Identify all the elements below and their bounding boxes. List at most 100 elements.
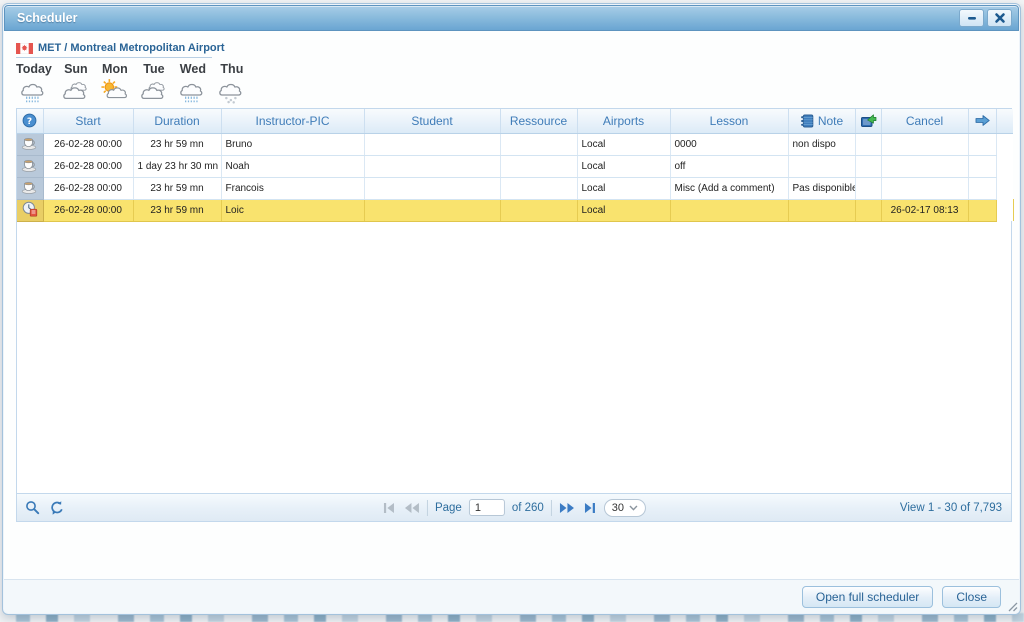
- cell-ressource: [500, 133, 577, 155]
- cell-airports: Local: [577, 133, 670, 155]
- cell-note: [788, 199, 855, 221]
- book-export-icon: [860, 113, 877, 128]
- row-status-cell: [17, 199, 43, 221]
- cell-duration: 23 hr 59 mn: [133, 133, 221, 155]
- cell-docs: [855, 199, 881, 221]
- cell-ressource: [500, 199, 577, 221]
- cell-ressource: [500, 177, 577, 199]
- column-header-student[interactable]: Student: [364, 109, 500, 133]
- pager-page-label: Page: [435, 502, 462, 514]
- column-header-status[interactable]: ?: [17, 109, 43, 133]
- page-size-select[interactable]: 30: [604, 499, 646, 517]
- cell-note: Pas disponible: [788, 177, 855, 199]
- column-header-label: Duration: [154, 114, 199, 128]
- minimize-icon: [966, 12, 978, 24]
- cell-start: 26-02-28 00:00: [43, 133, 133, 155]
- cell-docs: [855, 155, 881, 177]
- weather-day: Wed: [178, 62, 208, 104]
- row-filler: [996, 177, 1013, 199]
- dialog-body: MET / Montreal Metropolitan Airport Toda…: [4, 31, 1019, 613]
- weather-panel: MET / Montreal Metropolitan Airport Toda…: [16, 42, 256, 104]
- chevron-down-icon: [629, 505, 638, 511]
- weather-day-label: Mon: [102, 62, 128, 77]
- column-header-label: Student: [411, 114, 452, 128]
- cloud-rain-icon: [178, 78, 208, 104]
- column-header-cancel[interactable]: Cancel: [881, 109, 968, 133]
- cell-next: [968, 133, 996, 155]
- weather-day-label: Thu: [220, 62, 243, 77]
- weather-day: Mon: [100, 62, 130, 104]
- arrow-right-icon: [974, 114, 991, 127]
- search-icon[interactable]: [25, 500, 40, 515]
- next-page-icon[interactable]: [559, 502, 576, 514]
- column-header-label: Note: [818, 114, 843, 128]
- cell-start: 26-02-28 00:00: [43, 155, 133, 177]
- cell-student: [364, 177, 500, 199]
- header-filler: [996, 109, 1013, 133]
- cell-next: [968, 177, 996, 199]
- column-header-instructor[interactable]: Instructor-PIC: [221, 109, 364, 133]
- cell-cancel: [881, 155, 968, 177]
- resize-handle[interactable]: [1007, 601, 1018, 612]
- cell-student: [364, 199, 500, 221]
- dialog-titlebar[interactable]: Scheduler: [4, 5, 1019, 31]
- cell-duration: 1 day 23 hr 30 mn: [133, 155, 221, 177]
- weather-day-label: Wed: [180, 62, 206, 77]
- column-header-note[interactable]: Note: [788, 109, 855, 133]
- table-row[interactable]: 26-02-28 00:0023 hr 59 mnLoicLocal26-02-…: [17, 199, 1013, 221]
- weather-station-label: MET / Montreal Metropolitan Airport: [38, 42, 225, 54]
- cell-instructor: Noah: [221, 155, 364, 177]
- canada-flag-icon: [16, 43, 33, 54]
- cell-docs: [855, 177, 881, 199]
- column-header-docs[interactable]: [855, 109, 881, 133]
- minimize-button[interactable]: [959, 9, 984, 27]
- refresh-icon[interactable]: [49, 500, 65, 516]
- pager-of-label: of 260: [512, 502, 544, 514]
- table-row[interactable]: 26-02-28 00:0023 hr 59 mnBrunoLocal0000n…: [17, 133, 1013, 155]
- coffee-cup-icon: [21, 136, 38, 150]
- weather-day-label: Tue: [143, 62, 164, 77]
- weather-day: Tue: [139, 62, 169, 104]
- cell-duration: 23 hr 59 mn: [133, 177, 221, 199]
- column-header-duration[interactable]: Duration: [133, 109, 221, 133]
- table-row[interactable]: 26-02-28 00:0023 hr 59 mnFrancoisLocalMi…: [17, 177, 1013, 199]
- cell-cancel: [881, 177, 968, 199]
- coffee-cup-icon: [21, 180, 38, 194]
- prev-page-icon[interactable]: [403, 502, 420, 514]
- column-header-label: Ressource: [510, 114, 567, 128]
- first-page-icon[interactable]: [382, 502, 396, 514]
- column-header-airports[interactable]: Airports: [577, 109, 670, 133]
- page-number-input[interactable]: [469, 499, 505, 516]
- column-header-label: Lesson: [710, 114, 749, 128]
- row-status-cell: [17, 155, 43, 177]
- weather-day-label: Sun: [64, 62, 88, 77]
- scheduler-table: ?Start Duration Instructor-PIC Student Resso…: [17, 109, 1014, 222]
- row-status-cell: [17, 177, 43, 199]
- column-header-ressource[interactable]: Ressource: [500, 109, 577, 133]
- cell-lesson: Misc (Add a comment): [670, 177, 788, 199]
- cell-instructor: Bruno: [221, 133, 364, 155]
- cell-duration: 23 hr 59 mn: [133, 199, 221, 221]
- row-filler: [996, 199, 1013, 221]
- pager-view-status: View 1 - 30 of 7,793: [900, 502, 1011, 514]
- cell-docs: [855, 133, 881, 155]
- close-button[interactable]: [987, 9, 1012, 27]
- last-page-icon[interactable]: [583, 502, 597, 514]
- weather-day: Thu: [217, 62, 247, 104]
- close-dialog-button[interactable]: Close: [942, 586, 1001, 608]
- row-status-cell: [17, 133, 43, 155]
- column-header-next[interactable]: [968, 109, 996, 133]
- grid-pager: Page of 260 30 View 1 - 30 of 7,793: [17, 493, 1011, 521]
- open-full-scheduler-button[interactable]: Open full scheduler: [802, 586, 933, 608]
- clock-cancelled-icon: [22, 201, 38, 217]
- cell-airports: Local: [577, 177, 670, 199]
- clouds-icon: [139, 78, 169, 104]
- cell-airports: Local: [577, 199, 670, 221]
- column-header-lesson[interactable]: Lesson: [670, 109, 788, 133]
- weather-day-label: Today: [16, 62, 52, 77]
- pager-left-tools: [17, 500, 65, 516]
- column-header-start[interactable]: Start: [43, 109, 133, 133]
- cell-cancel: [881, 133, 968, 155]
- table-row[interactable]: 26-02-28 00:001 day 23 hr 30 mnNoahLocal…: [17, 155, 1013, 177]
- page-size-value: 30: [612, 502, 624, 514]
